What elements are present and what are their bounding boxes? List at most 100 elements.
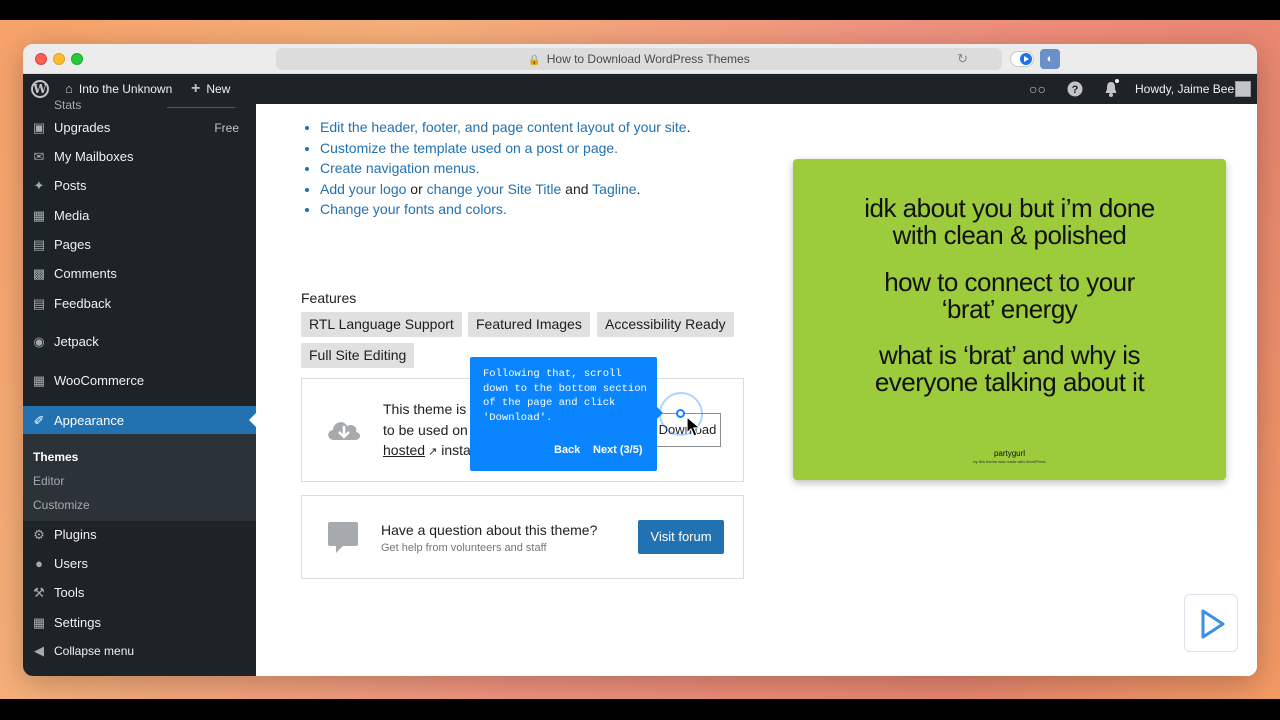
theme-details-main: Edit the header, footer, and page conten… (256, 104, 1257, 676)
speech-bubble-icon (328, 522, 358, 553)
customize-template-link[interactable]: Customize the template used on a post or… (320, 140, 618, 156)
sidebar-item-label: Users (54, 556, 88, 571)
pin-icon: ✦ (33, 178, 45, 193)
preview-line: ‘brat’ energy (941, 294, 1078, 324)
site-title-link[interactable]: change your Site Title (427, 181, 562, 197)
tooltip-back-button[interactable]: Back (554, 444, 580, 456)
cloud-download-icon (324, 414, 364, 444)
sidebar-item-label: Tools (54, 585, 85, 600)
sidebar-item-feedback[interactable]: ▤ Feedback (23, 290, 256, 318)
plus-icon: + (191, 80, 201, 97)
maximize-window-button[interactable] (71, 53, 83, 65)
sidebar-item-label: WooCommerce (54, 373, 145, 388)
preview-line: idk about you but i’m done (864, 193, 1155, 223)
sidebar-item-posts[interactable]: ✦ Posts (23, 172, 256, 200)
sidebar-item-label: Upgrades (54, 120, 111, 135)
list-text: . (686, 119, 691, 135)
avatar[interactable] (1235, 81, 1251, 97)
feature-tag[interactable]: Accessibility Ready (597, 312, 734, 337)
edit-layout-link[interactable]: Edit the header, footer, and page conten… (320, 119, 687, 135)
collapse-menu-button[interactable]: ◀ Collapse menu (23, 637, 256, 665)
sidebar-item-appearance[interactable]: ✐ Appearance (23, 406, 256, 435)
tooltip-message: Following that, scroll down to the botto… (483, 368, 647, 424)
feature-tag[interactable]: RTL Language Support (301, 312, 462, 337)
comments-icon: ▩ (32, 266, 46, 281)
video-play-widget[interactable] (1184, 594, 1238, 652)
sidebar-item-upgrades[interactable]: ▣ Upgrades Free (23, 114, 256, 142)
sidebar-item-woocommerce[interactable]: ▦ WooCommerce (23, 367, 256, 395)
admin-sidebar: Stats ▣ Upgrades Free ✉ My Mailboxes ✦ Posts… (23, 98, 256, 676)
submenu-item-customize[interactable]: Customize (33, 495, 90, 515)
recorder-toggle[interactable] (1010, 51, 1034, 67)
external-link-icon: ↗ (425, 446, 438, 458)
sidebar-item-settings[interactable]: ▦ Settings (23, 609, 256, 637)
upgrades-icon: ▣ (32, 120, 46, 135)
mouse-cursor-icon (686, 415, 702, 443)
bottom-letterbox (0, 699, 1280, 720)
sidebar-item-label: Appearance (54, 413, 125, 428)
submenu-item-editor[interactable]: Editor (33, 471, 64, 491)
sidebar-item-jetpack[interactable]: ◉ Jetpack (23, 328, 256, 356)
question-title: Have a question about this theme? (381, 522, 598, 538)
sidebar-item-plugins[interactable]: ⚙ Plugins (23, 521, 256, 549)
reader-glasses-icon[interactable]: ○○ (1029, 74, 1046, 104)
address-bar[interactable]: 🔒 How to Download WordPress Themes ↻ (276, 48, 1002, 70)
wrench-icon: ⚒ (33, 585, 45, 600)
list-text: . (636, 180, 641, 197)
media-icon: ▦ (32, 208, 46, 223)
sidebar-item-label: Plugins (54, 527, 97, 542)
pages-icon: ▤ (32, 237, 46, 252)
add-logo-link[interactable]: Add your logo (320, 181, 406, 197)
list-text: and (561, 180, 593, 197)
reload-icon[interactable]: ↻ (957, 48, 968, 70)
minimize-window-button[interactable] (53, 53, 65, 65)
hosted-link[interactable]: hosted (383, 442, 425, 458)
brush-icon: ✐ (33, 413, 45, 428)
sidebar-item-users[interactable]: ● Users (23, 550, 256, 578)
question-box: Have a question about this theme? Get he… (301, 495, 744, 579)
browser-window: 🔒 How to Download WordPress Themes ↻ ◐ W … (23, 44, 1257, 676)
tab-title: How to Download WordPress Themes (546, 52, 750, 66)
lock-icon: 🔒 (528, 55, 541, 66)
feature-tag[interactable]: Featured Images (468, 312, 590, 337)
list-item: Create navigation menus. (320, 158, 690, 179)
sidebar-item-tools[interactable]: ⚒ Tools (23, 579, 256, 607)
preview-line: how to connect to your (884, 267, 1135, 297)
submenu-item-themes[interactable]: Themes (33, 447, 78, 467)
feature-tag[interactable]: Full Site Editing (301, 343, 415, 368)
svg-text:?: ? (1072, 84, 1079, 96)
free-badge: Free (214, 121, 239, 135)
feedback-icon: ▤ (32, 296, 46, 311)
new-content-link[interactable]: + New (191, 74, 230, 104)
site-name-label: Into the Unknown (78, 82, 173, 96)
sidebar-item-mailboxes[interactable]: ✉ My Mailboxes (23, 143, 256, 171)
highlight-dot (676, 409, 685, 418)
sidebar-item-pages[interactable]: ▤ Pages (23, 231, 256, 259)
sidebar-item-label: My Mailboxes (54, 149, 134, 164)
extension-button[interactable]: ◐ (1040, 49, 1060, 69)
wordpress-logo-icon[interactable]: W (31, 80, 49, 98)
list-item: Add your logo or change your Site Title … (320, 179, 690, 200)
collapse-icon: ◀ (34, 643, 44, 658)
preview-line: with clean & polished (892, 220, 1127, 250)
sidebar-item-media[interactable]: ▦ Media (23, 202, 256, 230)
navigation-menus-link[interactable]: Create navigation menus. (320, 160, 480, 176)
sidebar-item-label: Comments (54, 266, 117, 281)
sidebar-item-comments[interactable]: ▩ Comments (23, 260, 256, 288)
tagline-link[interactable]: Tagline (592, 181, 636, 197)
list-item: Edit the header, footer, and page conten… (320, 117, 690, 138)
theme-preview-image[interactable]: idk about you but i’m done with clean & … (793, 159, 1226, 480)
close-window-button[interactable] (35, 53, 47, 65)
tooltip-next-button[interactable]: Next (3/5) (593, 444, 643, 456)
account-menu[interactable]: Howdy, Jaime Bee (1135, 74, 1234, 104)
question-subtitle: Get help from volunteers and staff (381, 542, 547, 554)
play-icon (1020, 53, 1032, 65)
plugin-icon: ⚙ (33, 527, 45, 542)
visit-forum-button[interactable]: Visit forum (638, 520, 724, 554)
fonts-colors-link[interactable]: Change your fonts and colors. (320, 201, 507, 217)
play-triangle-icon (1201, 609, 1225, 639)
sidebar-item-stats-partial[interactable]: Stats (54, 98, 81, 112)
sidebar-item-label: Pages (54, 237, 91, 252)
top-letterbox (0, 0, 1280, 20)
sidebar-item-label: Settings (54, 615, 101, 630)
